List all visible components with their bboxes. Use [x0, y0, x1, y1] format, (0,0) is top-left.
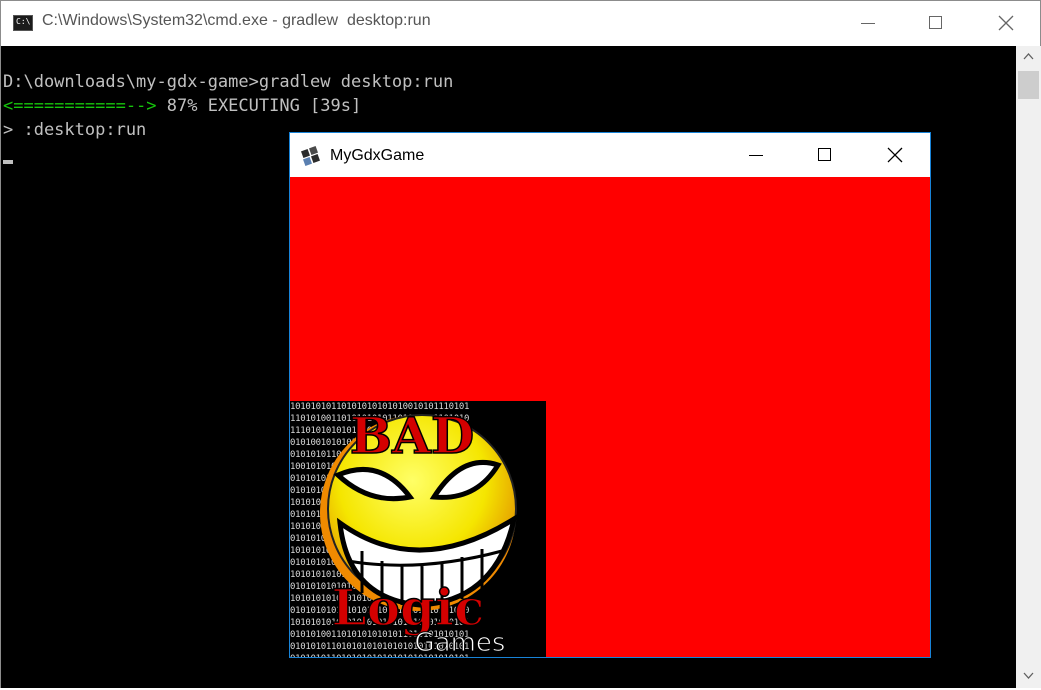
minimize-icon: [861, 23, 875, 24]
logo-text-games: Games: [415, 628, 506, 657]
scroll-down-button[interactable]: [1016, 664, 1041, 686]
game-canvas[interactable]: 10101010110101010101010010101110101 1101…: [290, 177, 930, 657]
maximize-icon: [929, 16, 942, 29]
libgdx-icon[interactable]: [301, 145, 323, 167]
game-minimize-button[interactable]: [722, 133, 791, 178]
progress-status: 87% EXECUTING [39s]: [156, 96, 362, 116]
console-line-progress: <===========--> 87% EXECUTING [39s]: [3, 94, 361, 118]
console-line-command: D:\downloads\my-gdx-game>gradlew desktop…: [3, 72, 454, 92]
console-line-task: > :desktop:run: [3, 120, 147, 140]
close-button[interactable]: [971, 1, 1040, 46]
cmd-icon[interactable]: C:\: [13, 15, 33, 31]
game-close-button[interactable]: [860, 133, 929, 178]
window-title: C:\Windows\System32\cmd.exe - gradlew de…: [42, 12, 431, 29]
text-cursor: [3, 160, 13, 164]
close-icon: [887, 147, 903, 163]
chevron-up-icon: [1023, 53, 1034, 60]
logo-text-bad: BAD: [350, 406, 474, 465]
logo-text: BAD Logic Games: [331, 405, 506, 657]
progress-bar: <===========-->: [3, 96, 157, 116]
scroll-up-button[interactable]: [1016, 46, 1041, 68]
close-icon: [998, 15, 1014, 31]
minimize-icon: [749, 155, 763, 156]
badlogic-logo: 10101010110101010101010010101110101 1101…: [290, 401, 546, 657]
game-title-bar[interactable]: MyGdxGame: [290, 133, 930, 177]
cmd-title-bar[interactable]: C:\ C:\Windows\System32\cmd.exe - gradle…: [1, 1, 1040, 46]
minimize-button[interactable]: [833, 1, 902, 46]
scroll-thumb[interactable]: [1018, 71, 1039, 99]
chevron-down-icon: [1023, 672, 1034, 679]
vertical-scrollbar[interactable]: [1016, 46, 1041, 688]
game-window-title: MyGdxGame: [330, 147, 425, 164]
maximize-icon: [818, 148, 831, 161]
maximize-button[interactable]: [902, 1, 971, 46]
game-window: MyGdxGame 101010101101010101010100101011…: [289, 132, 931, 658]
game-maximize-button[interactable]: [791, 133, 860, 178]
